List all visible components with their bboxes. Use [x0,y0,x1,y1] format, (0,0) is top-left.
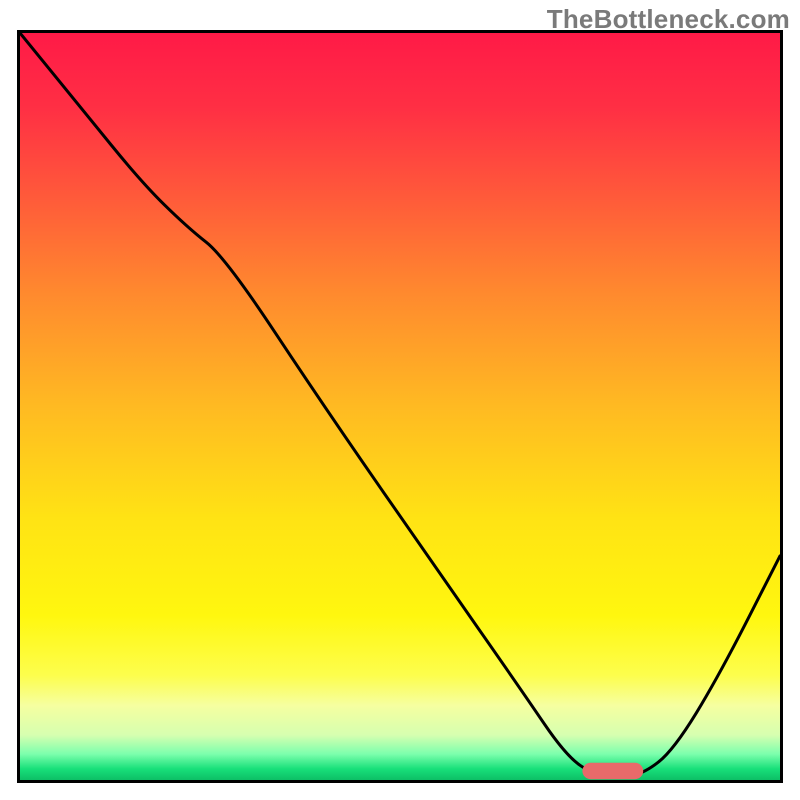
optimal-marker [582,763,643,779]
chart-container: TheBottleneck.com [0,0,800,800]
heat-chart [20,33,780,780]
heat-background [20,33,780,780]
watermark-label: TheBottleneck.com [547,4,790,35]
plot-area [17,30,783,783]
